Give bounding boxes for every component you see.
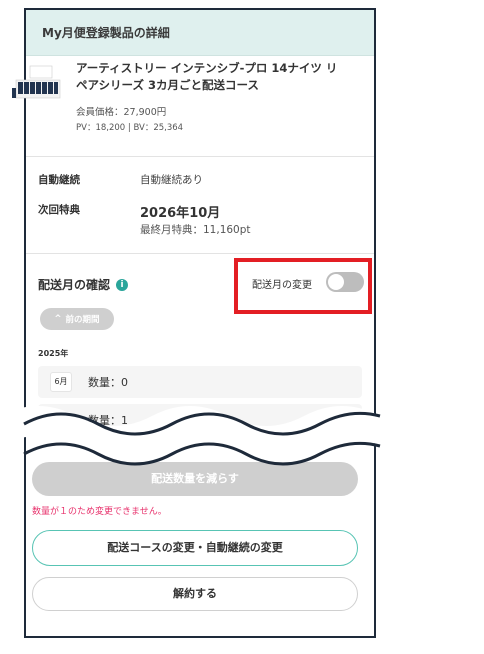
divider: [26, 253, 374, 254]
next-bonus-month: 10月: [189, 206, 221, 221]
highlight-box: [234, 258, 372, 314]
change-course-button[interactable]: 配送コースの変更・自動継続の変更: [32, 530, 358, 566]
chevron-up-icon: ^: [54, 314, 62, 324]
month-quantity: 数量：0: [88, 376, 128, 389]
delivery-section-title: 配送月の確認 i: [38, 276, 129, 293]
wavy-cut-mark: [0, 406, 484, 466]
month-row: 6月 数量：0: [38, 366, 362, 398]
page-title: My月便登録製品の詳細: [26, 10, 374, 56]
final-month-points: 最終月特典：11,160pt: [140, 224, 251, 236]
previous-period-label: 前の期間: [65, 315, 100, 325]
next-bonus-year: 2026年: [140, 206, 190, 221]
member-price: 会員価格：27,900円: [76, 107, 167, 118]
next-bonus-label: 次回特典: [38, 204, 80, 216]
delivery-year: 2025年: [38, 349, 69, 358]
previous-period-button[interactable]: ^ 前の期間: [40, 308, 114, 330]
delivery-title-text: 配送月の確認: [38, 278, 111, 292]
divider: [26, 156, 374, 157]
next-bonus-date: 2026年10月: [140, 202, 220, 221]
auto-renew-label: 自動継続: [38, 174, 80, 186]
auto-renew-value: 自動継続あり: [140, 174, 203, 186]
product-box-icon: [12, 65, 61, 99]
product-name: アーティストリー インテンシブ-プロ 14ナイツ リペアシリーズ 3カ月ごと配送…: [76, 61, 338, 92]
cancel-subscription-button[interactable]: 解約する: [32, 577, 358, 611]
info-icon[interactable]: i: [116, 278, 129, 291]
pv-bv-values: PV：18,200 | BV：25,364: [76, 123, 184, 133]
month-badge: 6月: [50, 372, 72, 392]
quantity-warning: 数量が１のため変更できません。: [32, 507, 167, 517]
